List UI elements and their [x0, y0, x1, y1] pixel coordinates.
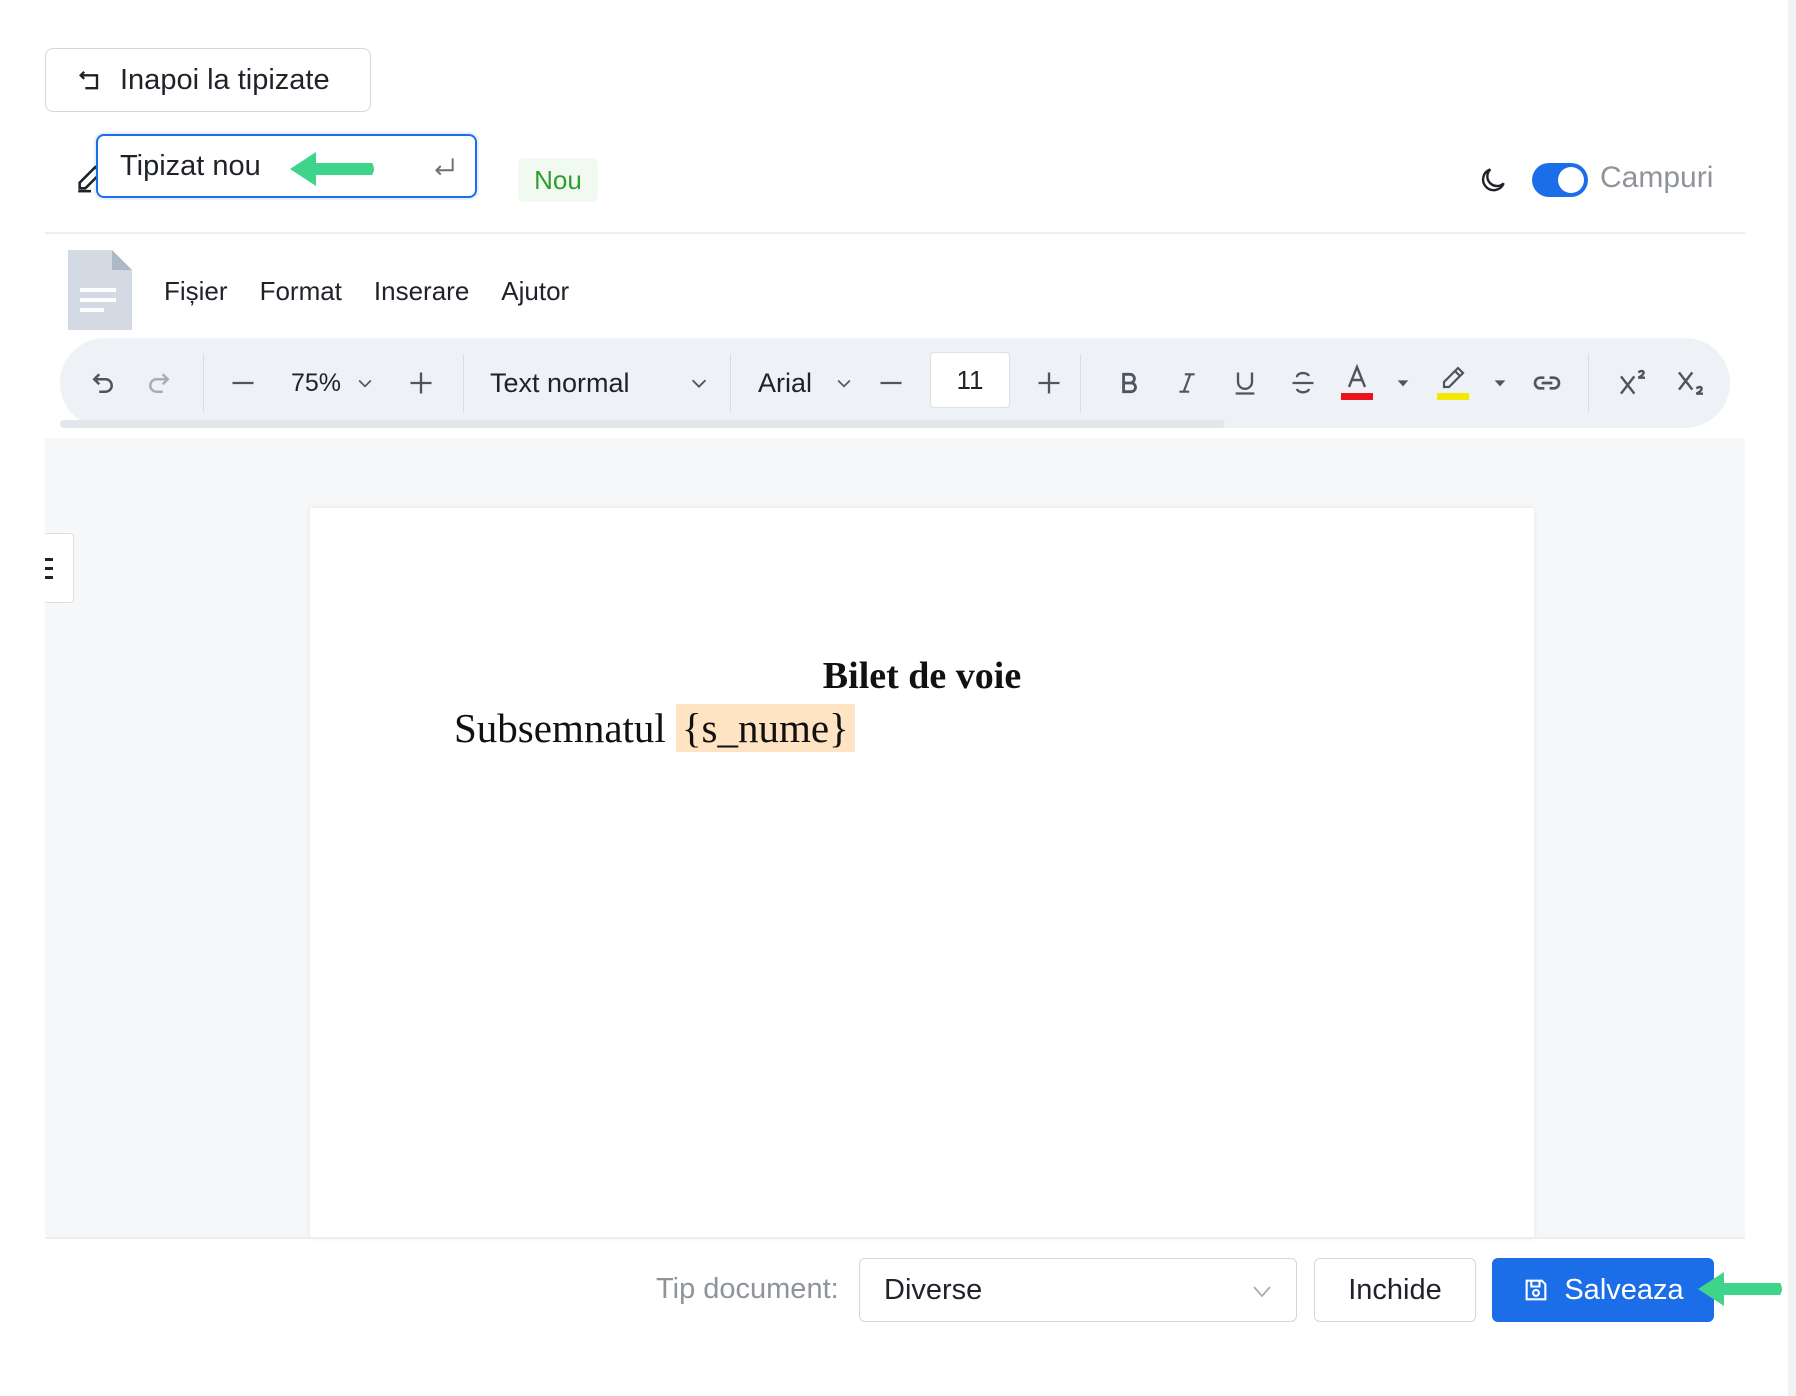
back-button-label: Inapoi la tipizate [120, 63, 330, 96]
document-line-text: Subsemnatul [454, 705, 666, 751]
save-button-label: Salveaza [1564, 1273, 1684, 1306]
font-family-value: Arial [758, 367, 813, 398]
undo-icon [92, 373, 113, 393]
text-color-dropdown[interactable] [1388, 360, 1418, 406]
caret-down-icon [1397, 380, 1409, 387]
font-size-increase-button[interactable] [1026, 360, 1072, 406]
footer-divider [45, 1237, 1745, 1239]
chevron-down-icon [358, 379, 372, 388]
undo-button[interactable] [80, 360, 126, 406]
document-icon [68, 250, 132, 330]
editor-menu: Fișier Format Inserare Ajutor [164, 276, 569, 307]
subscript-button[interactable] [1668, 360, 1714, 406]
zoom-select[interactable]: 75% [278, 360, 388, 406]
moon-icon[interactable] [1477, 164, 1509, 196]
plus-icon [410, 372, 432, 394]
doc-type-select[interactable]: Diverse [859, 1258, 1297, 1322]
plus-icon [1038, 372, 1060, 394]
enter-icon[interactable] [431, 154, 457, 180]
superscript-button[interactable] [1610, 360, 1656, 406]
chevron-down-icon [1253, 1286, 1271, 1298]
toggle-knob [1558, 167, 1584, 193]
menu-item-format[interactable]: Format [260, 276, 342, 307]
bold-button[interactable] [1106, 360, 1152, 406]
font-family-select[interactable]: Arial [758, 360, 854, 406]
save-button[interactable]: Salveaza [1492, 1258, 1714, 1322]
redo-icon [149, 373, 170, 393]
highlight-color-button[interactable] [1430, 356, 1476, 410]
zoom-in-button[interactable] [398, 360, 444, 406]
fields-toggle[interactable] [1532, 163, 1588, 197]
paragraph-style-value: Text normal [490, 367, 630, 398]
insert-link-button[interactable] [1524, 360, 1570, 406]
field-placeholder-chip[interactable]: {s_nume} [675, 704, 855, 752]
formatting-toolbar: 75% Text normal Arial 11 [60, 338, 1730, 428]
close-button[interactable]: Inchide [1314, 1258, 1476, 1322]
italic-button[interactable] [1164, 360, 1210, 406]
text-color-icon [1341, 363, 1373, 400]
toolbar-separator [1588, 354, 1589, 412]
strikethrough-icon [1292, 371, 1314, 394]
font-size-input[interactable]: 11 [930, 352, 1010, 408]
minus-icon [880, 381, 902, 385]
return-icon [79, 71, 99, 90]
template-title-value: Tipizat nou [120, 149, 261, 182]
zoom-value: 75% [290, 368, 342, 397]
underline-button[interactable] [1222, 360, 1268, 406]
paragraph-style-select[interactable]: Text normal [490, 360, 710, 406]
redo-button[interactable] [136, 360, 182, 406]
text-color-button[interactable] [1334, 356, 1380, 410]
zoom-out-button[interactable] [220, 360, 266, 406]
header-divider [45, 232, 1745, 234]
bold-icon [1122, 372, 1137, 394]
toolbar-separator [730, 354, 731, 412]
menu-item-insert[interactable]: Inserare [374, 276, 469, 307]
outline-list-icon [45, 558, 53, 579]
strikethrough-button[interactable] [1280, 360, 1326, 406]
link-icon [1533, 376, 1561, 390]
text-color-swatch [1341, 393, 1373, 400]
highlighter-icon [1437, 366, 1469, 400]
doc-type-label: Tip document: [656, 1273, 839, 1305]
highlight-color-dropdown[interactable] [1485, 360, 1515, 406]
document-title: Bilet de voie [822, 655, 1022, 697]
back-to-templates-button[interactable]: Inapoi la tipizate [45, 48, 371, 112]
doc-type-value: Diverse [884, 1273, 983, 1306]
page-scrollbar[interactable] [1788, 0, 1796, 1396]
minus-icon [232, 381, 254, 385]
font-size-decrease-button[interactable] [868, 360, 914, 406]
outline-toggle-button[interactable] [45, 533, 74, 603]
toolbar-separator [463, 354, 464, 412]
caret-down-icon [1494, 380, 1506, 387]
document-page[interactable] [310, 508, 1534, 1238]
fields-toggle-label: Campuri [1600, 161, 1714, 194]
toolbar-separator [203, 354, 204, 412]
italic-icon [1179, 373, 1195, 393]
superscript-icon [1620, 369, 1645, 395]
document-line: Subsemnatul {s_nume} [454, 704, 855, 752]
menu-item-file[interactable]: Fișier [164, 276, 228, 307]
underline-icon [1235, 372, 1255, 395]
subscript-icon [1678, 371, 1703, 395]
toolbar-scrollbar[interactable] [60, 420, 1225, 428]
chevron-down-icon [837, 379, 851, 388]
annotation-arrow-icon [1698, 1272, 1782, 1306]
highlight-color-swatch [1437, 393, 1469, 400]
save-icon [1525, 1279, 1547, 1301]
toolbar-separator [1080, 354, 1081, 412]
status-badge: Nou [518, 158, 598, 202]
menu-item-help[interactable]: Ajutor [501, 276, 569, 307]
annotation-arrow-icon [290, 152, 374, 186]
chevron-down-icon [691, 379, 707, 388]
